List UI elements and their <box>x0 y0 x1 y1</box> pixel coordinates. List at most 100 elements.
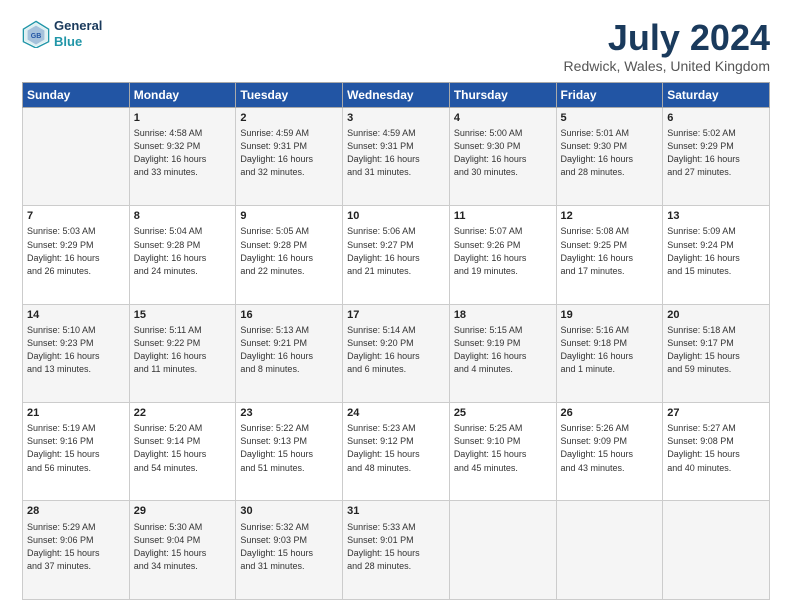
header-saturday: Saturday <box>663 82 770 107</box>
day-number: 7 <box>27 209 125 224</box>
calendar-cell: 7Sunrise: 5:03 AMSunset: 9:29 PMDaylight… <box>23 206 130 304</box>
calendar-cell: 27Sunrise: 5:27 AMSunset: 9:08 PMDayligh… <box>663 403 770 501</box>
day-number: 6 <box>667 111 765 126</box>
week-row-2: 7Sunrise: 5:03 AMSunset: 9:29 PMDaylight… <box>23 206 770 304</box>
header-thursday: Thursday <box>449 82 556 107</box>
calendar-cell: 10Sunrise: 5:06 AMSunset: 9:27 PMDayligh… <box>343 206 450 304</box>
day-number: 27 <box>667 406 765 421</box>
calendar-header-row: SundayMondayTuesdayWednesdayThursdayFrid… <box>23 82 770 107</box>
header-monday: Monday <box>129 82 236 107</box>
day-number: 23 <box>240 406 338 421</box>
calendar-cell: 4Sunrise: 5:00 AMSunset: 9:30 PMDaylight… <box>449 107 556 205</box>
calendar-cell: 26Sunrise: 5:26 AMSunset: 9:09 PMDayligh… <box>556 403 663 501</box>
day-number: 12 <box>561 209 659 224</box>
calendar-cell: 13Sunrise: 5:09 AMSunset: 9:24 PMDayligh… <box>663 206 770 304</box>
calendar-cell: 14Sunrise: 5:10 AMSunset: 9:23 PMDayligh… <box>23 304 130 402</box>
day-info: Sunrise: 5:11 AMSunset: 9:22 PMDaylight:… <box>134 324 232 376</box>
day-info: Sunrise: 4:59 AMSunset: 9:31 PMDaylight:… <box>240 127 338 179</box>
day-number: 4 <box>454 111 552 126</box>
day-number: 19 <box>561 308 659 323</box>
logo: GB General Blue <box>22 18 102 49</box>
calendar-cell: 6Sunrise: 5:02 AMSunset: 9:29 PMDaylight… <box>663 107 770 205</box>
day-info: Sunrise: 5:07 AMSunset: 9:26 PMDaylight:… <box>454 225 552 277</box>
day-number: 16 <box>240 308 338 323</box>
header-tuesday: Tuesday <box>236 82 343 107</box>
day-number: 24 <box>347 406 445 421</box>
day-info: Sunrise: 5:15 AMSunset: 9:19 PMDaylight:… <box>454 324 552 376</box>
calendar-cell <box>556 501 663 600</box>
week-row-1: 1Sunrise: 4:58 AMSunset: 9:32 PMDaylight… <box>23 107 770 205</box>
day-info: Sunrise: 5:30 AMSunset: 9:04 PMDaylight:… <box>134 521 232 573</box>
calendar-cell <box>663 501 770 600</box>
header-sunday: Sunday <box>23 82 130 107</box>
day-number: 11 <box>454 209 552 224</box>
week-row-3: 14Sunrise: 5:10 AMSunset: 9:23 PMDayligh… <box>23 304 770 402</box>
day-number: 28 <box>27 504 125 519</box>
day-info: Sunrise: 4:58 AMSunset: 9:32 PMDaylight:… <box>134 127 232 179</box>
day-info: Sunrise: 5:19 AMSunset: 9:16 PMDaylight:… <box>27 422 125 474</box>
calendar-cell: 21Sunrise: 5:19 AMSunset: 9:16 PMDayligh… <box>23 403 130 501</box>
day-number: 5 <box>561 111 659 126</box>
day-number: 9 <box>240 209 338 224</box>
day-info: Sunrise: 5:04 AMSunset: 9:28 PMDaylight:… <box>134 225 232 277</box>
calendar-cell: 11Sunrise: 5:07 AMSunset: 9:26 PMDayligh… <box>449 206 556 304</box>
page: GB General Blue July 2024 Redwick, Wales… <box>0 0 792 612</box>
day-number: 22 <box>134 406 232 421</box>
day-info: Sunrise: 5:09 AMSunset: 9:24 PMDaylight:… <box>667 225 765 277</box>
calendar-cell: 29 Sunrise: 5:30 AMSunset: 9:04 PMDayligh… <box>129 501 236 600</box>
calendar-cell: 16Sunrise: 5:13 AMSunset: 9:21 PMDayligh… <box>236 304 343 402</box>
day-number: 14 <box>27 308 125 323</box>
logo-text: General Blue <box>54 18 102 49</box>
calendar-cell: 30 Sunrise: 5:32 AMSunset: 9:03 PMDayligh… <box>236 501 343 600</box>
day-info: Sunrise: 5:27 AMSunset: 9:08 PMDaylight:… <box>667 422 765 474</box>
day-info: Sunrise: 5:06 AMSunset: 9:27 PMDaylight:… <box>347 225 445 277</box>
main-title: July 2024 <box>564 18 770 58</box>
day-info: Sunrise: 5:32 AMSunset: 9:03 PMDaylight:… <box>240 521 338 573</box>
day-info: Sunrise: 5:20 AMSunset: 9:14 PMDaylight:… <box>134 422 232 474</box>
calendar-cell: 28Sunrise: 5:29 AMSunset: 9:06 PMDayligh… <box>23 501 130 600</box>
logo-icon: GB <box>22 20 50 48</box>
day-info: Sunrise: 5:14 AMSunset: 9:20 PMDaylight:… <box>347 324 445 376</box>
calendar-cell: 3Sunrise: 4:59 AMSunset: 9:31 PMDaylight… <box>343 107 450 205</box>
day-info: Sunrise: 5:08 AMSunset: 9:25 PMDaylight:… <box>561 225 659 277</box>
day-info: Sunrise: 5:26 AMSunset: 9:09 PMDaylight:… <box>561 422 659 474</box>
day-number: 13 <box>667 209 765 224</box>
calendar-cell: 20Sunrise: 5:18 AMSunset: 9:17 PMDayligh… <box>663 304 770 402</box>
calendar-cell: 17Sunrise: 5:14 AMSunset: 9:20 PMDayligh… <box>343 304 450 402</box>
calendar-cell: 25Sunrise: 5:25 AMSunset: 9:10 PMDayligh… <box>449 403 556 501</box>
week-row-5: 28Sunrise: 5:29 AMSunset: 9:06 PMDayligh… <box>23 501 770 600</box>
week-row-4: 21Sunrise: 5:19 AMSunset: 9:16 PMDayligh… <box>23 403 770 501</box>
day-info: Sunrise: 5:16 AMSunset: 9:18 PMDaylight:… <box>561 324 659 376</box>
day-info: Sunrise: 5:00 AMSunset: 9:30 PMDaylight:… <box>454 127 552 179</box>
calendar-cell: 19Sunrise: 5:16 AMSunset: 9:18 PMDayligh… <box>556 304 663 402</box>
calendar-cell <box>449 501 556 600</box>
title-block: July 2024 Redwick, Wales, United Kingdom <box>564 18 770 74</box>
calendar-cell: 22Sunrise: 5:20 AMSunset: 9:14 PMDayligh… <box>129 403 236 501</box>
day-number: 17 <box>347 308 445 323</box>
day-info: Sunrise: 4:59 AMSunset: 9:31 PMDaylight:… <box>347 127 445 179</box>
day-info: Sunrise: 5:13 AMSunset: 9:21 PMDaylight:… <box>240 324 338 376</box>
calendar-cell: 8Sunrise: 5:04 AMSunset: 9:28 PMDaylight… <box>129 206 236 304</box>
calendar-cell <box>23 107 130 205</box>
calendar-cell: 2Sunrise: 4:59 AMSunset: 9:31 PMDaylight… <box>236 107 343 205</box>
day-number: 3 <box>347 111 445 126</box>
day-info: Sunrise: 5:22 AMSunset: 9:13 PMDaylight:… <box>240 422 338 474</box>
day-info: Sunrise: 5:05 AMSunset: 9:28 PMDaylight:… <box>240 225 338 277</box>
calendar-cell: 15Sunrise: 5:11 AMSunset: 9:22 PMDayligh… <box>129 304 236 402</box>
subtitle: Redwick, Wales, United Kingdom <box>564 58 770 74</box>
calendar-cell: 23Sunrise: 5:22 AMSunset: 9:13 PMDayligh… <box>236 403 343 501</box>
day-info: Sunrise: 5:10 AMSunset: 9:23 PMDaylight:… <box>27 324 125 376</box>
day-number: 15 <box>134 308 232 323</box>
day-number: 20 <box>667 308 765 323</box>
header: GB General Blue July 2024 Redwick, Wales… <box>22 18 770 74</box>
day-info: Sunrise: 5:03 AMSunset: 9:29 PMDaylight:… <box>27 225 125 277</box>
calendar-cell: 12Sunrise: 5:08 AMSunset: 9:25 PMDayligh… <box>556 206 663 304</box>
day-number: 29 <box>134 504 232 519</box>
header-friday: Friday <box>556 82 663 107</box>
day-number: 26 <box>561 406 659 421</box>
day-info: Sunrise: 5:33 AMSunset: 9:01 PMDaylight:… <box>347 521 445 573</box>
calendar-cell: 5Sunrise: 5:01 AMSunset: 9:30 PMDaylight… <box>556 107 663 205</box>
day-number: 25 <box>454 406 552 421</box>
day-number: 2 <box>240 111 338 126</box>
day-number: 30 <box>240 504 338 519</box>
